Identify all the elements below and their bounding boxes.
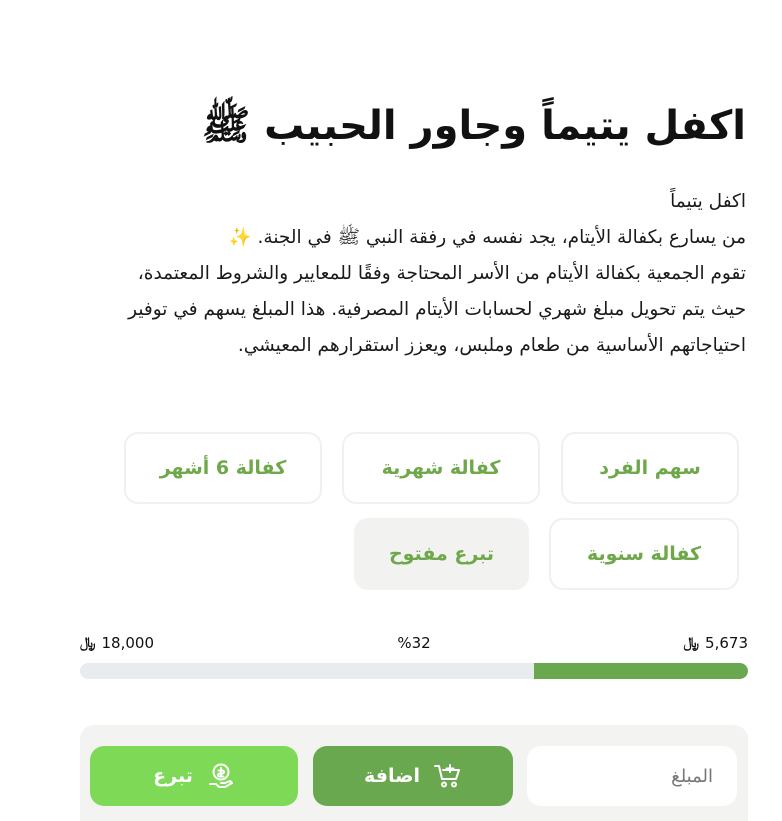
description-hadith: من يسارع بكفالة الأيتام، يجد نفسه في رفق… [228, 227, 746, 248]
riyal-icon: ﷼ [683, 635, 700, 651]
collected-amount: ﷼ 5,673 [684, 634, 748, 652]
progress-stats: ﷼ 18,000 %32 ﷼ 5,673 [80, 632, 748, 658]
option-label: كفالة شهرية [381, 457, 501, 479]
add-button-label: اضافة [364, 765, 420, 787]
add-to-cart-button[interactable]: اضافة [313, 746, 513, 806]
donate-button[interactable]: تبرع [90, 746, 298, 806]
amount-input[interactable] [527, 746, 737, 806]
option-label: كفالة 6 أشهر [159, 457, 287, 479]
option-label: تبرع مفتوح [388, 543, 495, 565]
option-yearly-sponsorship[interactable]: كفالة سنوية [549, 518, 739, 590]
progress-bar-fill [534, 663, 748, 679]
option-open-donation[interactable]: تبرع مفتوح [354, 518, 529, 590]
percent-label: %32 [397, 634, 431, 652]
cart-plus-icon [434, 763, 462, 789]
page-title: اكفل يتيماً وجاور الحبيب ﷺ [201, 103, 746, 149]
description: اكفل يتيماً من يسارع بكفالة الأيتام، يجد… [120, 184, 746, 364]
option-label: كفالة سنوية [586, 543, 702, 565]
description-body: تقوم الجمعية بكفالة الأيتام من الأسر الم… [128, 263, 746, 356]
description-heading: اكفل يتيماً [670, 191, 746, 212]
progress-bar [80, 663, 748, 679]
donate-button-label: تبرع [153, 765, 193, 787]
option-monthly-sponsorship[interactable]: كفالة شهرية [342, 432, 540, 504]
coin-hand-icon [207, 762, 235, 790]
option-six-months-sponsorship[interactable]: كفالة 6 أشهر [124, 432, 322, 504]
option-label: سهم الفرد [599, 457, 701, 479]
collected-value: 5,673 [705, 634, 748, 652]
option-share-individual[interactable]: سهم الفرد [561, 432, 739, 504]
